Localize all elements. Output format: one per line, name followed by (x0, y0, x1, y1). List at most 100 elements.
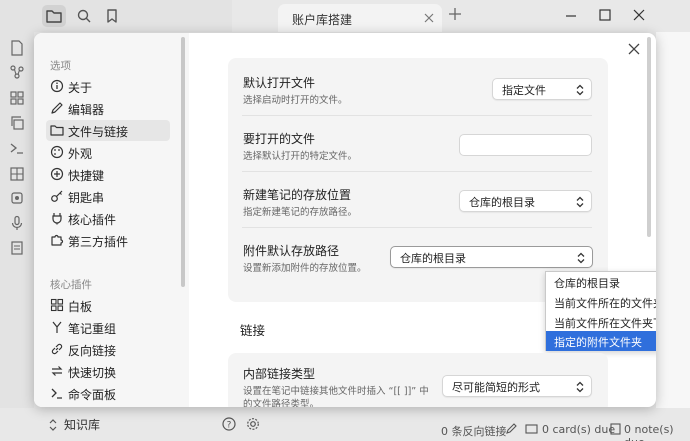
plugin-ribbon-icon[interactable] (9, 190, 25, 206)
sidebar-item-files-links[interactable]: 文件与链接 (46, 120, 170, 141)
sidebar-item-label: 编辑器 (68, 103, 105, 117)
notes-due[interactable]: 0 note(s) due (624, 423, 690, 441)
key-icon (51, 190, 63, 202)
sidebar-item-editor[interactable]: 编辑器 (46, 98, 170, 119)
help-icon[interactable]: ? (222, 417, 236, 431)
setting-title-new-note-location: 新建笔记的存放位置 (243, 188, 352, 202)
sidebar-item-keychain[interactable]: 钥匙串 (46, 186, 170, 207)
close-icon[interactable] (627, 42, 641, 56)
info-circle-icon (50, 79, 64, 93)
sidebar-item-canvas[interactable]: 白板 (46, 295, 170, 316)
bookmark-icon[interactable] (100, 5, 124, 27)
setting-desc-attachment-location: 设置新添加附件的存放位置。 (243, 263, 367, 274)
select-value: 尽可能简短的形式 (452, 381, 540, 394)
canvas-ribbon-icon[interactable] (9, 90, 25, 106)
sidebar-item-label: 反向链接 (68, 344, 117, 358)
graph-icon[interactable] (9, 64, 25, 80)
edit-icon[interactable] (505, 423, 518, 435)
dropdown-option-vault-root[interactable]: 仓库的根目录 (546, 272, 656, 292)
dropdown-option-attachment-folder[interactable]: 指定的附件文件夹 (546, 331, 656, 351)
copy-icon[interactable] (9, 115, 25, 131)
settings-modal: 选项 关于 编辑器 文件与链接 外观 快捷键 钥匙串 核心插件 第三方插件 核心… (34, 33, 656, 407)
settings-group-links: 内部链接类型 设置在笔记中链接其他文件时插入 “[[ ]]” 中 的文件路径类型… (228, 353, 608, 407)
sidebar-scrollbar[interactable] (181, 37, 185, 287)
sidebar-item-label: 白板 (68, 300, 93, 314)
files-icon[interactable] (42, 5, 66, 27)
sidebar-item-community-plugins[interactable]: 第三方插件 (46, 230, 170, 251)
file-icon[interactable] (9, 40, 25, 56)
folder-icon (50, 125, 64, 136)
sidebar-item-label: 快捷键 (68, 169, 105, 183)
canvas-icon (50, 298, 64, 312)
divider (242, 227, 592, 228)
sidebar-item-command-palette[interactable]: 命令面板 (46, 383, 170, 404)
sidebar-item-label: 文件与链接 (68, 125, 129, 139)
chevron-updown-icon (576, 381, 584, 393)
sidebar-item-label: 核心插件 (68, 213, 117, 227)
pencil-icon (51, 102, 63, 114)
tab-title: 账户库搭建 (292, 13, 353, 27)
notes-icon[interactable] (609, 423, 622, 435)
select-value: 指定文件 (502, 84, 546, 97)
vault-switch-icon[interactable] (48, 418, 58, 432)
sidebar-item-label: 关于 (68, 81, 93, 95)
chevron-updown-icon (576, 84, 584, 96)
settings-sidebar: 选项 关于 编辑器 文件与链接 外观 快捷键 钥匙串 核心插件 第三方插件 核心… (34, 33, 189, 407)
attachment-location-dropdown: 仓库的根目录 当前文件所在的文件夹 当前文件所在文件夹下指定的子文件夹 指定的附… (545, 271, 656, 351)
setting-desc-default-file: 选择启动时打开的文件。 (243, 95, 348, 106)
vault-name[interactable]: 知识库 (64, 416, 100, 433)
attachment-location-select[interactable]: 仓库的根目录 (390, 246, 593, 268)
terminal-ribbon-icon[interactable] (9, 140, 25, 156)
sidebar-item-about[interactable]: 关于 (46, 76, 170, 97)
svg-text:?: ? (227, 421, 232, 431)
switch-icon (51, 366, 63, 376)
new-tab-icon[interactable] (448, 7, 462, 24)
pages-icon[interactable] (9, 240, 25, 256)
link-format-select[interactable]: 尽可能简短的形式 (442, 375, 592, 397)
maximize-icon[interactable] (598, 8, 612, 25)
link-icon (51, 343, 63, 355)
default-file-select[interactable]: 指定文件 (492, 78, 592, 100)
gear-icon[interactable] (246, 417, 260, 431)
backlinks-count[interactable]: 0 条反向链接 (441, 423, 507, 439)
plug-icon (52, 213, 62, 225)
sidebar-item-label: 外观 (68, 147, 93, 161)
setting-title-file-to-open: 要打开的文件 (243, 132, 316, 146)
dropdown-option-subfolder[interactable]: 当前文件所在文件夹下指定的子文件夹 (546, 312, 656, 332)
terminal-icon (51, 388, 62, 399)
cards-due[interactable]: 0 card(s) due (542, 423, 615, 436)
setting-title-attachment-location: 附件默认存放路径 (243, 244, 340, 258)
divider (242, 115, 592, 116)
section-heading-links: 链接 (240, 323, 266, 338)
editor-tab[interactable]: 账户库搭建 (278, 4, 442, 32)
editor-background (656, 32, 690, 408)
cards-icon[interactable] (525, 423, 538, 435)
settings-content: 默认打开文件 选择启动时打开的文件。 指定文件 要打开的文件 选择默认打开的特定… (189, 33, 656, 407)
sidebar-item-label: 笔记重组 (68, 322, 117, 336)
sidebar-item-appearance[interactable]: 外观 (46, 142, 170, 163)
sidebar-section-options: 选项 (50, 60, 71, 72)
sidebar-item-core-plugins[interactable]: 核心插件 (46, 208, 170, 229)
setting-desc-file-to-open: 选择默认打开的特定文件。 (243, 151, 358, 162)
new-note-location-select[interactable]: 仓库的根目录 (459, 190, 592, 212)
table-icon[interactable] (9, 166, 25, 182)
content-scrollbar[interactable] (647, 37, 651, 237)
sidebar-item-hotkeys[interactable]: 快捷键 (46, 164, 170, 185)
close-tab-icon[interactable] (424, 12, 434, 26)
microphone-icon[interactable] (9, 215, 25, 231)
dropdown-option-current-folder[interactable]: 当前文件所在的文件夹 (546, 292, 656, 312)
file-to-open-input[interactable] (459, 134, 592, 156)
sidebar-item-note-composer[interactable]: 笔记重组 (46, 317, 170, 338)
sidebar-item-backlinks[interactable]: 反向链接 (46, 339, 170, 360)
chevron-updown-icon (576, 196, 584, 208)
setting-title-link-format: 内部链接类型 (243, 367, 316, 381)
divider (242, 171, 592, 172)
setting-desc-new-note-location: 指定新建笔记的存放路径。 (243, 207, 358, 218)
select-value: 仓库的根目录 (400, 252, 466, 265)
minimize-icon[interactable] (564, 8, 578, 25)
sidebar-item-quick-switcher[interactable]: 快速切换 (46, 361, 170, 382)
sidebar-item-label: 快速切换 (68, 366, 117, 380)
window-close-icon[interactable] (632, 8, 646, 25)
merge-icon (52, 321, 62, 333)
search-icon[interactable] (72, 5, 96, 27)
